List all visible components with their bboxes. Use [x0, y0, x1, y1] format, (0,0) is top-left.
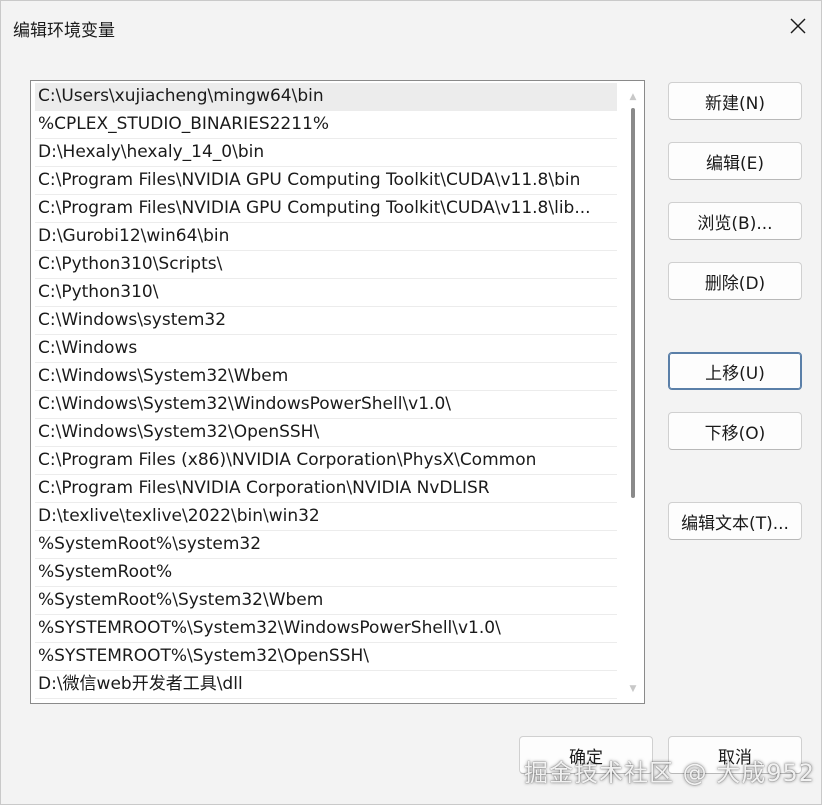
- edit-environment-variable-dialog: 编辑环境变量 C:\Users\xujiacheng\mingw64\bin %C…: [0, 0, 822, 805]
- path-list-item[interactable]: %SystemRoot%\System32\Wbem: [35, 587, 617, 615]
- title-bar: 编辑环境变量: [1, 1, 821, 51]
- move-up-button[interactable]: 上移(U): [668, 352, 802, 390]
- path-list: C:\Users\xujiacheng\mingw64\bin %CPLEX_ST…: [35, 83, 617, 699]
- new-button[interactable]: 新建(N): [668, 82, 802, 120]
- path-list-item[interactable]: C:\Python310\Scripts\: [35, 251, 617, 279]
- path-list-item[interactable]: %SYSTEMROOT%\System32\WindowsPowerShell\…: [35, 615, 617, 643]
- scroll-up-arrow-icon[interactable]: ▲: [626, 90, 640, 104]
- dialog-title: 编辑环境变量: [13, 21, 115, 41]
- path-list-item[interactable]: C:\Program Files\NVIDIA GPU Computing To…: [35, 167, 617, 195]
- path-list-item[interactable]: C:\Windows\System32\OpenSSH\: [35, 419, 617, 447]
- scroll-down-arrow-icon[interactable]: ▼: [626, 682, 640, 696]
- path-list-item[interactable]: C:\Program Files\NVIDIA GPU Computing To…: [35, 195, 617, 223]
- path-list-item[interactable]: D:\Gurobi12\win64\bin: [35, 223, 617, 251]
- path-list-item[interactable]: D:\微信web开发者工具\dll: [35, 671, 617, 699]
- edit-text-button[interactable]: 编辑文本(T)...: [668, 502, 802, 540]
- path-list-item[interactable]: C:\Program Files (x86)\NVIDIA Corporatio…: [35, 447, 617, 475]
- path-list-item[interactable]: %CPLEX_STUDIO_BINARIES2211%: [35, 111, 617, 139]
- path-list-item[interactable]: C:\Windows\system32: [35, 307, 617, 335]
- move-down-button[interactable]: 下移(O): [668, 412, 802, 450]
- path-list-item[interactable]: D:\Hexaly\hexaly_14_0\bin: [35, 139, 617, 167]
- path-list-item[interactable]: C:\Program Files\NVIDIA Corporation\NVID…: [35, 475, 617, 503]
- path-list-item[interactable]: C:\Windows\System32\WindowsPowerShell\v1…: [35, 391, 617, 419]
- path-list-item[interactable]: C:\Windows\System32\Wbem: [35, 363, 617, 391]
- close-icon: [790, 18, 806, 34]
- edit-button[interactable]: 编辑(E): [668, 142, 802, 180]
- path-list-item[interactable]: C:\Python310\: [35, 279, 617, 307]
- browse-button[interactable]: 浏览(B)...: [668, 202, 802, 240]
- path-list-item[interactable]: %SystemRoot%\system32: [35, 531, 617, 559]
- path-list-item[interactable]: C:\Windows: [35, 335, 617, 363]
- scrollbar-thumb[interactable]: [631, 108, 635, 498]
- path-list-item[interactable]: D:\texlive\texlive\2022\bin\win32: [35, 503, 617, 531]
- delete-button[interactable]: 删除(D): [668, 262, 802, 300]
- path-list-item[interactable]: %SYSTEMROOT%\System32\OpenSSH\: [35, 643, 617, 671]
- watermark: 掘金技术社区 @ 大成952: [524, 759, 816, 787]
- path-list-item[interactable]: C:\Users\xujiacheng\mingw64\bin: [35, 83, 617, 111]
- vertical-scrollbar[interactable]: ▲ ▼: [622, 81, 644, 703]
- path-list-item[interactable]: %SystemRoot%: [35, 559, 617, 587]
- close-button[interactable]: [775, 1, 821, 51]
- path-listbox[interactable]: C:\Users\xujiacheng\mingw64\bin %CPLEX_ST…: [30, 80, 645, 704]
